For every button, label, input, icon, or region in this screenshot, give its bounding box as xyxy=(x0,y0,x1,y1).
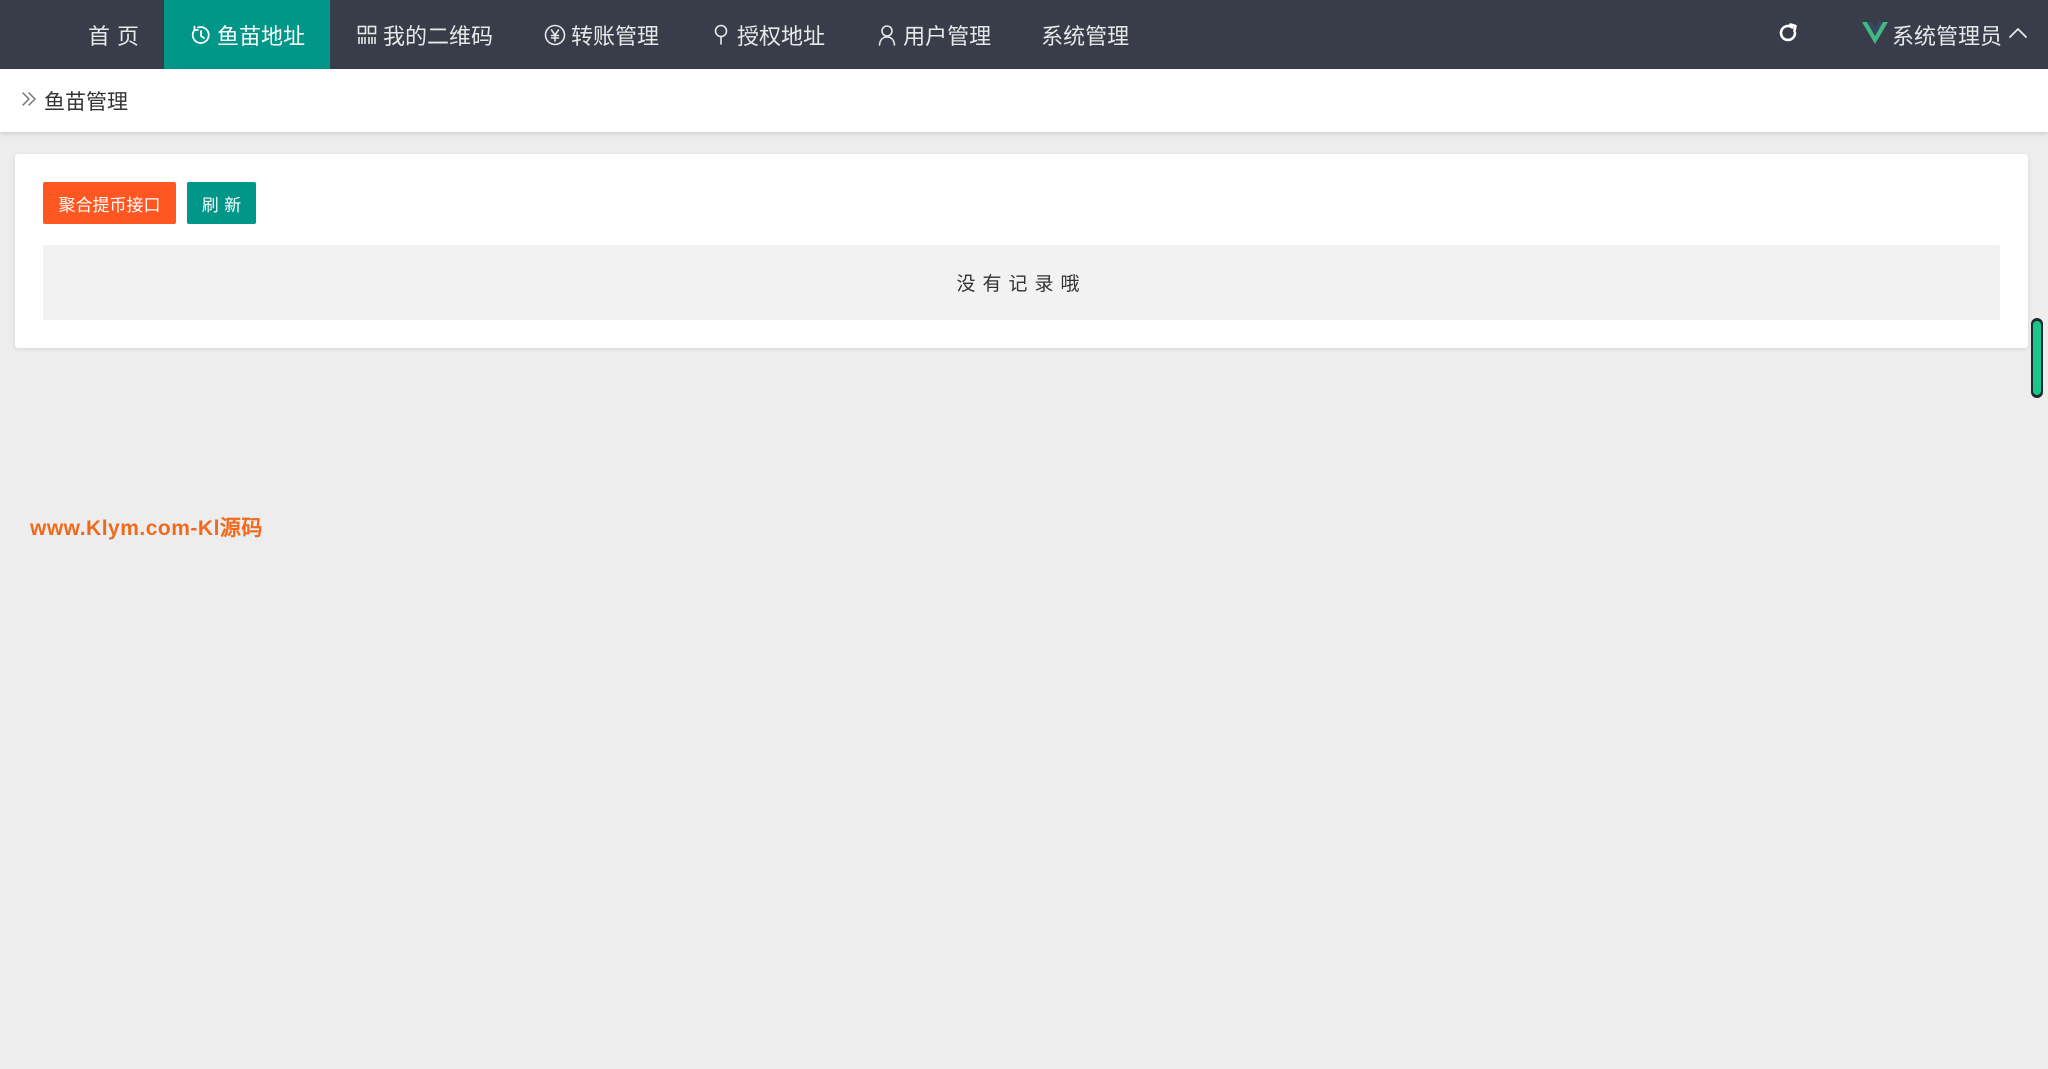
breadcrumb: 鱼苗管理 xyxy=(0,69,2048,132)
location-pin-icon xyxy=(709,23,733,47)
breadcrumb-current: 鱼苗管理 xyxy=(44,89,128,114)
user-icon xyxy=(875,23,899,47)
scroll-handle-thumb xyxy=(2033,321,2041,395)
side-scroll-handle[interactable] xyxy=(2031,318,2043,398)
content-card: 聚合提币接口 刷 新 没有记录哦 xyxy=(15,154,2028,348)
nav-item-label: 转账管理 xyxy=(571,24,660,50)
nav-item-label: 授权地址 xyxy=(737,24,826,50)
nav-item-label: 用户管理 xyxy=(903,24,992,50)
qrcode-icon xyxy=(355,23,379,47)
user-menu[interactable]: 系统管理员 xyxy=(1861,19,2048,51)
yen-circle-icon xyxy=(543,23,567,47)
watermark-text: www.Klym.com-Kl源码 xyxy=(30,517,263,540)
nav-item-users[interactable]: 用户管理 xyxy=(850,0,1016,69)
user-name: 系统管理员 xyxy=(1891,24,2002,50)
refresh-icon xyxy=(1776,21,1800,49)
withdraw-api-button[interactable]: 聚合提币接口 xyxy=(43,182,176,224)
empty-text: 没有记录哦 xyxy=(956,273,1087,295)
nav-item-label: 系统管理 xyxy=(1041,24,1130,50)
main-nav: 首 页 鱼苗地址 我的二维码 转账管理 授权地址 用户管理 系统管理 xyxy=(0,0,1154,69)
nav-item-fry-address[interactable]: 鱼苗地址 xyxy=(164,0,331,69)
nav-item-home[interactable]: 首 页 xyxy=(0,0,164,69)
nav-item-label: 首 页 xyxy=(88,24,139,50)
empty-table-message: 没有记录哦 xyxy=(43,245,2000,320)
top-navbar: 首 页 鱼苗地址 我的二维码 转账管理 授权地址 用户管理 系统管理 系统管理员 xyxy=(0,0,2048,69)
nav-item-label: 我的二维码 xyxy=(383,24,494,50)
chevron-up-icon xyxy=(2008,25,2028,44)
clock-icon xyxy=(189,23,213,47)
nav-item-authorized-address[interactable]: 授权地址 xyxy=(684,0,850,69)
topbar-right: 系统管理员 xyxy=(1768,0,2048,69)
nav-item-system[interactable]: 系统管理 xyxy=(1016,0,1154,69)
vue-logo-icon xyxy=(1861,21,1888,49)
nav-item-my-qrcode[interactable]: 我的二维码 xyxy=(330,0,518,69)
double-chevron-right-icon xyxy=(20,90,38,112)
nav-item-transfer[interactable]: 转账管理 xyxy=(518,0,684,69)
nav-item-label: 鱼苗地址 xyxy=(217,24,306,50)
refresh-button[interactable]: 刷 新 xyxy=(187,182,256,224)
refresh-page-button[interactable] xyxy=(1768,15,1808,55)
